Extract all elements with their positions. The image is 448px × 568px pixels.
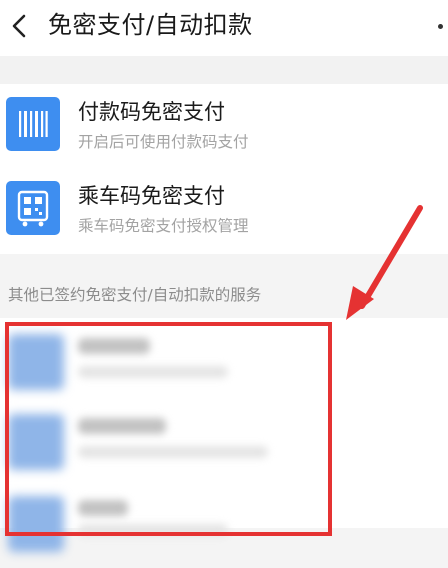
bus-qr-icon	[6, 181, 60, 235]
barcode-icon	[6, 97, 60, 151]
page-title: 免密支付/自动扣款	[48, 11, 253, 39]
header-bar: 免密支付/自动扣款	[0, 0, 448, 56]
annotation-arrow-icon	[346, 205, 423, 320]
item-subtitle: 乘车码免密支付授权管理	[78, 217, 249, 235]
item-subtitle: 开启后可使用付款码支付	[78, 133, 249, 151]
item-title: 乘车码免密支付	[78, 184, 225, 208]
back-arrow-icon[interactable]	[6, 10, 38, 42]
item-title: 付款码免密支付	[78, 100, 225, 124]
section-header: 其他已签约免密支付/自动扣款的服务	[8, 286, 262, 304]
list-item-payment-code[interactable]: 付款码免密支付 开启后可使用付款码支付	[0, 84, 448, 168]
section-gap	[0, 56, 448, 84]
more-options-icon[interactable]	[438, 24, 443, 29]
annotation-highlight-box	[5, 322, 332, 536]
